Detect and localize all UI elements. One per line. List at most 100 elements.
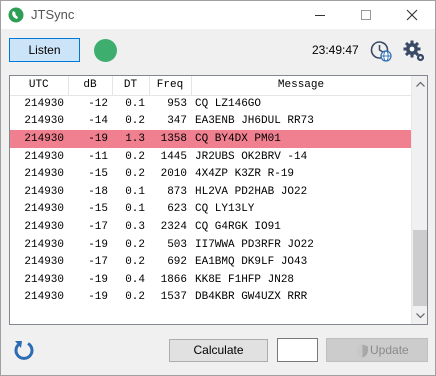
cell-freq: 1537 bbox=[160, 291, 187, 304]
gear-icon[interactable] bbox=[402, 39, 426, 63]
cell-message: EA1BMQ DK9LF JO43 bbox=[195, 256, 308, 269]
cell-message: CQ LY13LY bbox=[195, 203, 255, 216]
cell-message: JR2UBS OK2BRV -14 bbox=[195, 150, 308, 163]
maximize-button[interactable] bbox=[343, 1, 389, 29]
refresh-icon[interactable] bbox=[12, 338, 36, 362]
update-label: Update bbox=[370, 343, 409, 357]
update-button[interactable]: Update bbox=[326, 338, 428, 362]
cell-db: -15 bbox=[88, 203, 108, 216]
cell-db: -17 bbox=[88, 220, 108, 233]
column-header-message[interactable]: Message bbox=[191, 76, 412, 96]
status-indicator bbox=[94, 39, 117, 62]
cell-message: CQ LZ146GO bbox=[195, 98, 262, 111]
calculate-button[interactable]: Calculate bbox=[169, 339, 268, 362]
table-row[interactable]: 214930 -12 0.1 953 CQ LZ146GO bbox=[10, 95, 411, 113]
table-row[interactable]: 214930 -19 0.2 503 II7WWA PD3RFR JO22 bbox=[10, 236, 411, 254]
minimize-button[interactable] bbox=[297, 1, 343, 29]
cell-db: -19 bbox=[68, 130, 112, 148]
column-header-utc[interactable]: UTC bbox=[10, 76, 69, 96]
table-row[interactable]: 214930 -19 0.4 1866 KK8E F1HFP JN28 bbox=[10, 271, 411, 289]
cell-dt: 0.3 bbox=[125, 220, 145, 233]
cell-db: -17 bbox=[88, 256, 108, 269]
vertical-scrollbar[interactable] bbox=[411, 76, 427, 324]
table-row[interactable]: 214930 -17 0.2 692 EA1BMQ DK9LF JO43 bbox=[10, 253, 411, 271]
table-row[interactable]: 214930 -11 0.2 1445 JR2UBS OK2BRV -14 bbox=[10, 148, 411, 166]
scroll-up-icon[interactable] bbox=[412, 76, 427, 93]
cell-db: -11 bbox=[88, 150, 108, 163]
cell-freq: 347 bbox=[167, 115, 187, 128]
cell-freq: 1866 bbox=[160, 273, 187, 286]
window-title: JTSync bbox=[31, 7, 75, 22]
cell-utc: 214930 bbox=[24, 185, 64, 198]
cell-dt: 0.4 bbox=[125, 273, 145, 286]
cell-db: -15 bbox=[88, 168, 108, 181]
cell-db: -14 bbox=[88, 115, 108, 128]
cell-message: HL2VA PD2HAB JO22 bbox=[195, 185, 308, 198]
cell-freq: 2324 bbox=[160, 220, 187, 233]
cell-message: EA3ENB JH6DUL RR73 bbox=[195, 115, 314, 128]
header-row: UTC dB DT Freq Message bbox=[10, 76, 412, 96]
cell-dt: 0.2 bbox=[125, 115, 145, 128]
cell-utc: 214930 bbox=[24, 203, 64, 216]
cell-utc: 214930 bbox=[24, 168, 64, 181]
cell-freq: 953 bbox=[167, 98, 187, 111]
cell-utc: 214930 bbox=[24, 115, 64, 128]
cell-db: -19 bbox=[88, 238, 108, 251]
table-row[interactable]: 214930 -15 0.1 623 CQ LY13LY bbox=[10, 201, 411, 219]
cell-utc: 214930 bbox=[24, 98, 64, 111]
utc-clock: 23:49:47 bbox=[312, 43, 359, 57]
cell-freq: 503 bbox=[167, 238, 187, 251]
cell-message: DB4KBR GW4UZX RRR bbox=[195, 291, 308, 304]
table-row[interactable]: 214930 -15 0.2 2010 4X4ZP K3ZR R-19 bbox=[10, 165, 411, 183]
cell-dt: 0.2 bbox=[125, 150, 145, 163]
cell-message: 4X4ZP K3ZR R-19 bbox=[195, 168, 295, 181]
cell-db: -19 bbox=[88, 291, 108, 304]
cell-message: CQ G4RGK IO91 bbox=[195, 220, 281, 233]
column-header-db[interactable]: dB bbox=[68, 76, 113, 96]
scroll-thumb[interactable] bbox=[413, 230, 427, 306]
column-header-dt[interactable]: DT bbox=[112, 76, 150, 96]
jtsync-window: JTSync Listen 23:49:47 UTC dB DT Freq Me… bbox=[0, 0, 436, 376]
cell-dt: 0.1 bbox=[125, 98, 145, 111]
cell-message: CQ BY4DX PM01 bbox=[191, 130, 411, 148]
scroll-down-icon[interactable] bbox=[412, 307, 427, 324]
app-icon bbox=[8, 7, 24, 23]
cell-utc: 214930 bbox=[24, 273, 64, 286]
cell-db: -19 bbox=[88, 273, 108, 286]
cell-dt: 0.2 bbox=[125, 238, 145, 251]
cell-db: -12 bbox=[88, 98, 108, 111]
title-bar: JTSync bbox=[1, 1, 435, 29]
table-row[interactable]: 214930 -14 0.2 347 EA3ENB JH6DUL RR73 bbox=[10, 113, 411, 131]
cell-message: KK8E F1HFP JN28 bbox=[195, 273, 295, 286]
listen-button[interactable]: Listen bbox=[9, 38, 80, 62]
cell-freq: 873 bbox=[167, 185, 187, 198]
cell-message: II7WWA PD3RFR JO22 bbox=[195, 238, 314, 251]
cell-dt: 1.3 bbox=[112, 130, 149, 148]
globe-clock-icon[interactable] bbox=[369, 39, 393, 63]
cell-utc: 214930 bbox=[24, 238, 64, 251]
cell-utc: 214930 bbox=[24, 291, 64, 304]
cell-dt: 0.1 bbox=[125, 203, 145, 216]
cell-dt: 0.2 bbox=[125, 256, 145, 269]
close-button[interactable] bbox=[389, 1, 435, 29]
cell-freq: 2010 bbox=[160, 168, 187, 181]
table-row[interactable]: 214930 -17 0.3 2324 CQ G4RGK IO91 bbox=[10, 218, 411, 236]
cell-freq: 623 bbox=[167, 203, 187, 216]
table-row[interactable]: 214930 -18 0.1 873 HL2VA PD2HAB JO22 bbox=[10, 183, 411, 201]
cell-utc: 214930 bbox=[10, 130, 68, 148]
cell-utc: 214930 bbox=[24, 220, 64, 233]
cell-utc: 214930 bbox=[24, 150, 64, 163]
cell-freq: 1358 bbox=[149, 130, 191, 148]
cell-db: -18 bbox=[88, 185, 108, 198]
table-row[interactable]: 214930 -19 0.2 1537 DB4KBR GW4UZX RRR bbox=[10, 289, 411, 307]
cell-freq: 1445 bbox=[160, 150, 187, 163]
cell-utc: 214930 bbox=[24, 256, 64, 269]
cell-freq: 692 bbox=[167, 256, 187, 269]
cell-dt: 0.2 bbox=[125, 291, 145, 304]
cell-dt: 0.2 bbox=[125, 168, 145, 181]
decode-table: UTC dB DT Freq Message 214930 -12 0.1 953 CQ… bbox=[10, 76, 412, 306]
result-field[interactable] bbox=[277, 338, 318, 362]
decode-list[interactable]: UTC dB DT Freq Message 214930 -12 0.1 953 CQ… bbox=[9, 75, 428, 325]
table-row[interactable]: 214930 -19 1.3 1358 CQ BY4DX PM01 bbox=[10, 130, 411, 148]
column-header-freq[interactable]: Freq bbox=[149, 76, 192, 96]
